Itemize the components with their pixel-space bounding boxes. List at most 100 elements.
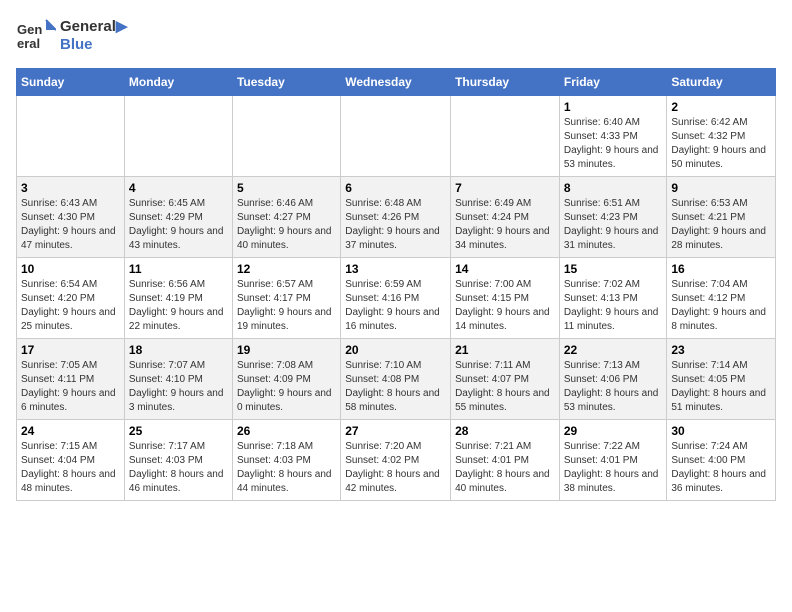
calendar-week-1: 1 Sunrise: 6:40 AM Sunset: 4:33 PM Daylig…: [17, 96, 776, 177]
day-number: 19: [237, 343, 336, 357]
calendar-cell: [124, 96, 232, 177]
day-number: 15: [564, 262, 663, 276]
calendar-cell: 7 Sunrise: 6:49 AM Sunset: 4:24 PM Daylig…: [451, 177, 560, 258]
day-number: 17: [21, 343, 120, 357]
logo-svg: Gen eral: [16, 16, 56, 56]
calendar-cell: 8Sunrise: 6:51 AM Sunset: 4:23 PM Daylig…: [559, 177, 667, 258]
calendar-body: 1 Sunrise: 6:40 AM Sunset: 4:33 PM Daylig…: [17, 96, 776, 501]
day-number: 7: [455, 181, 555, 195]
calendar-cell: 24 Sunrise: 7:15 AM Sunset: 4:04 PM Dayli…: [17, 420, 125, 501]
col-header-saturday: Saturday: [667, 69, 776, 96]
calendar-cell: [232, 96, 340, 177]
logo-text-general: General▶: [60, 18, 127, 36]
calendar-cell: 27 Sunrise: 7:20 AM Sunset: 4:02 PM Dayli…: [341, 420, 451, 501]
header-row: SundayMondayTuesdayWednesdayThursdayFrid…: [17, 69, 776, 96]
calendar-cell: 13 Sunrise: 6:59 AM Sunset: 4:16 PM Dayli…: [341, 258, 451, 339]
day-number: 8: [564, 181, 663, 195]
calendar-cell: 2 Sunrise: 6:42 AM Sunset: 4:32 PM Daylig…: [667, 96, 776, 177]
svg-text:eral: eral: [17, 36, 40, 51]
calendar-cell: [451, 96, 560, 177]
day-number: 18: [129, 343, 228, 357]
calendar-cell: 3 Sunrise: 6:43 AM Sunset: 4:30 PM Daylig…: [17, 177, 125, 258]
day-info: Sunrise: 7:15 AM Sunset: 4:04 PM Dayligh…: [21, 440, 120, 496]
calendar-cell: 28Sunrise: 7:21 AM Sunset: 4:01 PM Dayli…: [451, 420, 560, 501]
calendar-cell: 16 Sunrise: 7:04 AM Sunset: 4:12 PM Dayli…: [667, 258, 776, 339]
day-number: 6: [345, 181, 446, 195]
day-info: Sunrise: 7:04 AM Sunset: 4:12 PM Dayligh…: [671, 278, 771, 334]
day-info: Sunrise: 7:00 AM Sunset: 4:15 PM Dayligh…: [455, 278, 555, 334]
day-info: Sunrise: 6:46 AM Sunset: 4:27 PM Dayligh…: [237, 197, 336, 253]
col-header-friday: Friday: [559, 69, 667, 96]
calendar-cell: 11 Sunrise: 6:56 AM Sunset: 4:19 PM Dayli…: [124, 258, 232, 339]
calendar-cell: 22Sunrise: 7:13 AM Sunset: 4:06 PM Dayli…: [559, 339, 667, 420]
day-number: 9: [671, 181, 771, 195]
day-number: 25: [129, 424, 228, 438]
day-number: 13: [345, 262, 446, 276]
day-info: Sunrise: 6:54 AM Sunset: 4:20 PM Dayligh…: [21, 278, 120, 334]
calendar-cell: 10 Sunrise: 6:54 AM Sunset: 4:20 PM Dayli…: [17, 258, 125, 339]
day-info: Sunrise: 6:53 AM Sunset: 4:21 PM Dayligh…: [671, 197, 771, 253]
day-info: Sunrise: 6:49 AM Sunset: 4:24 PM Dayligh…: [455, 197, 555, 253]
calendar-cell: 21 Sunrise: 7:11 AM Sunset: 4:07 PM Dayli…: [451, 339, 560, 420]
day-number: 14: [455, 262, 555, 276]
calendar-week-2: 3 Sunrise: 6:43 AM Sunset: 4:30 PM Daylig…: [17, 177, 776, 258]
day-number: 21: [455, 343, 555, 357]
logo-text-blue: Blue: [60, 36, 127, 54]
day-info: Sunrise: 7:07 AM Sunset: 4:10 PM Dayligh…: [129, 359, 228, 415]
day-number: 23: [671, 343, 771, 357]
day-number: 16: [671, 262, 771, 276]
day-number: 10: [21, 262, 120, 276]
calendar-cell: [341, 96, 451, 177]
day-info: Sunrise: 7:13 AM Sunset: 4:06 PM Dayligh…: [564, 359, 663, 415]
day-number: 11: [129, 262, 228, 276]
day-info: Sunrise: 7:24 AM Sunset: 4:00 PM Dayligh…: [671, 440, 771, 496]
day-number: 28: [455, 424, 555, 438]
calendar-cell: 14 Sunrise: 7:00 AM Sunset: 4:15 PM Dayli…: [451, 258, 560, 339]
day-number: 12: [237, 262, 336, 276]
day-info: Sunrise: 6:59 AM Sunset: 4:16 PM Dayligh…: [345, 278, 446, 334]
col-header-wednesday: Wednesday: [341, 69, 451, 96]
day-number: 20: [345, 343, 446, 357]
day-number: 27: [345, 424, 446, 438]
day-number: 2: [671, 100, 771, 114]
calendar-cell: 17Sunrise: 7:05 AM Sunset: 4:11 PM Dayli…: [17, 339, 125, 420]
calendar-cell: [17, 96, 125, 177]
day-number: 26: [237, 424, 336, 438]
calendar-cell: 18 Sunrise: 7:07 AM Sunset: 4:10 PM Dayli…: [124, 339, 232, 420]
day-number: 3: [21, 181, 120, 195]
calendar-cell: 1 Sunrise: 6:40 AM Sunset: 4:33 PM Daylig…: [559, 96, 667, 177]
day-info: Sunrise: 6:56 AM Sunset: 4:19 PM Dayligh…: [129, 278, 228, 334]
day-info: Sunrise: 7:17 AM Sunset: 4:03 PM Dayligh…: [129, 440, 228, 496]
day-info: Sunrise: 6:40 AM Sunset: 4:33 PM Dayligh…: [564, 116, 663, 172]
day-info: Sunrise: 6:43 AM Sunset: 4:30 PM Dayligh…: [21, 197, 120, 253]
col-header-sunday: Sunday: [17, 69, 125, 96]
calendar-cell: 12Sunrise: 6:57 AM Sunset: 4:17 PM Dayli…: [232, 258, 340, 339]
col-header-tuesday: Tuesday: [232, 69, 340, 96]
day-info: Sunrise: 7:11 AM Sunset: 4:07 PM Dayligh…: [455, 359, 555, 415]
day-info: Sunrise: 6:42 AM Sunset: 4:32 PM Dayligh…: [671, 116, 771, 172]
day-number: 1: [564, 100, 663, 114]
logo: Gen eral General▶ Blue: [16, 16, 127, 56]
day-number: 5: [237, 181, 336, 195]
calendar-week-3: 10 Sunrise: 6:54 AM Sunset: 4:20 PM Dayli…: [17, 258, 776, 339]
calendar-table: SundayMondayTuesdayWednesdayThursdayFrid…: [16, 68, 776, 501]
calendar-cell: 6Sunrise: 6:48 AM Sunset: 4:26 PM Daylig…: [341, 177, 451, 258]
calendar-week-4: 17Sunrise: 7:05 AM Sunset: 4:11 PM Dayli…: [17, 339, 776, 420]
calendar-cell: 23Sunrise: 7:14 AM Sunset: 4:05 PM Dayli…: [667, 339, 776, 420]
col-header-monday: Monday: [124, 69, 232, 96]
calendar-cell: 30 Sunrise: 7:24 AM Sunset: 4:00 PM Dayli…: [667, 420, 776, 501]
day-number: 24: [21, 424, 120, 438]
day-info: Sunrise: 7:20 AM Sunset: 4:02 PM Dayligh…: [345, 440, 446, 496]
day-info: Sunrise: 7:18 AM Sunset: 4:03 PM Dayligh…: [237, 440, 336, 496]
day-info: Sunrise: 6:45 AM Sunset: 4:29 PM Dayligh…: [129, 197, 228, 253]
calendar-cell: 4Sunrise: 6:45 AM Sunset: 4:29 PM Daylig…: [124, 177, 232, 258]
day-info: Sunrise: 7:10 AM Sunset: 4:08 PM Dayligh…: [345, 359, 446, 415]
calendar-cell: 15Sunrise: 7:02 AM Sunset: 4:13 PM Dayli…: [559, 258, 667, 339]
calendar-cell: 5 Sunrise: 6:46 AM Sunset: 4:27 PM Daylig…: [232, 177, 340, 258]
calendar-cell: 9 Sunrise: 6:53 AM Sunset: 4:21 PM Daylig…: [667, 177, 776, 258]
day-number: 30: [671, 424, 771, 438]
calendar-week-5: 24 Sunrise: 7:15 AM Sunset: 4:04 PM Dayli…: [17, 420, 776, 501]
calendar-header: SundayMondayTuesdayWednesdayThursdayFrid…: [17, 69, 776, 96]
day-info: Sunrise: 7:22 AM Sunset: 4:01 PM Dayligh…: [564, 440, 663, 496]
calendar-cell: 26 Sunrise: 7:18 AM Sunset: 4:03 PM Dayli…: [232, 420, 340, 501]
